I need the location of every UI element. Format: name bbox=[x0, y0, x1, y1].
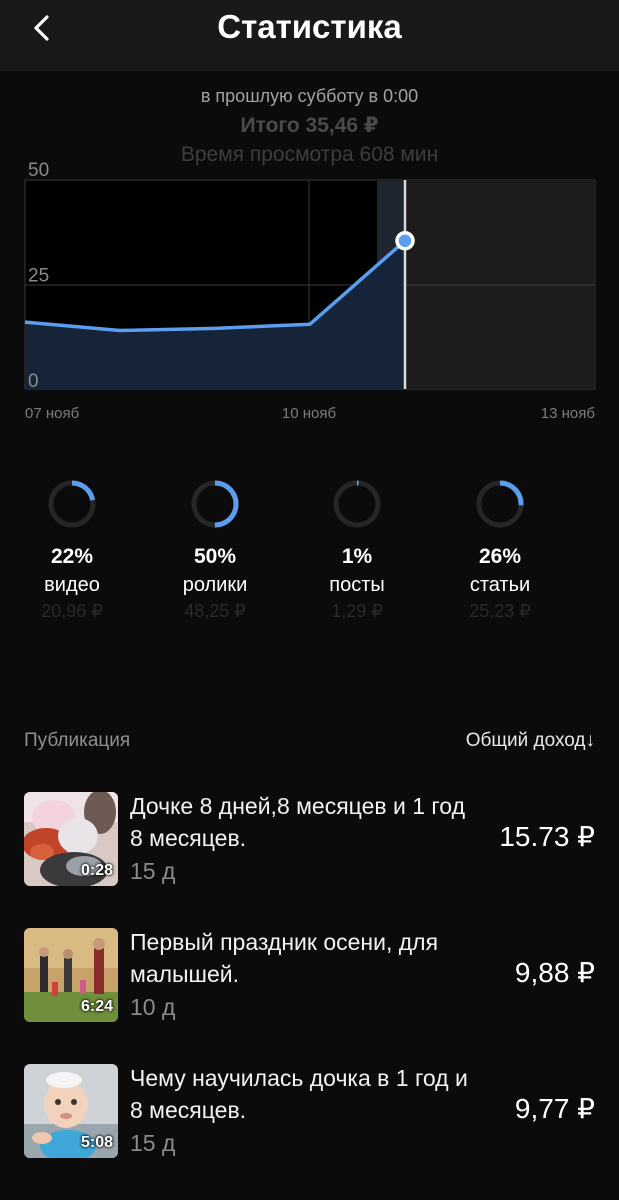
video-duration: 6:24 bbox=[80, 998, 113, 1015]
breakdown-label: статьи bbox=[469, 574, 531, 596]
x-tick-label: 10 нояб bbox=[282, 405, 336, 422]
y-tick-label: 50 bbox=[28, 160, 49, 181]
progress-ring-icon bbox=[191, 480, 239, 528]
publication-item[interactable]: 5:08 Чему научилась дочка в 1 год и 8 ме… bbox=[24, 1064, 595, 1160]
column-header-publication: Публикация bbox=[24, 730, 131, 751]
summary-date: в прошлую субботу в 0:00 bbox=[200, 86, 419, 106]
publication-thumbnail: 6:24 bbox=[24, 928, 118, 1022]
summary-total: Итого 35,46 ₽ bbox=[240, 114, 379, 137]
publication-income: 9,77 ₽ bbox=[514, 1093, 595, 1124]
progress-ring-icon bbox=[48, 480, 96, 528]
sort-by-income-button[interactable]: Общий доход↓ bbox=[466, 730, 595, 752]
breakdown-sum: 20,96 ₽ bbox=[41, 601, 103, 621]
breakdown-percent: 1% bbox=[341, 545, 373, 568]
breakdown-label: видео bbox=[44, 574, 100, 596]
x-tick-label: 07 нояб bbox=[25, 405, 79, 422]
breakdown-sum: 1,29 ₽ bbox=[331, 601, 383, 621]
publication-age: 10 д bbox=[130, 994, 176, 1020]
publication-title: Чему научилась дочка в 1 год и 8 месяцев… bbox=[130, 1065, 468, 1123]
publication-title: Первый праздник осени, для малышей. bbox=[130, 929, 439, 987]
y-tick-label: 25 bbox=[28, 266, 49, 287]
breakdown-item[interactable]: 26% статьи 25,23 ₽ bbox=[440, 478, 560, 622]
publication-thumbnail: 5:08 bbox=[24, 1064, 118, 1158]
video-duration: 0:28 bbox=[80, 862, 113, 879]
publication-title: Дочке 8 дней,8 месяцев и 1 год 8 месяцев… bbox=[130, 793, 466, 851]
publication-age: 15 д bbox=[130, 1130, 176, 1156]
publication-age: 15 д bbox=[130, 858, 176, 884]
breakdown-item[interactable]: 50% ролики 48,25 ₽ bbox=[155, 478, 275, 622]
breakdown-item[interactable]: 22% видео 20,96 ₽ bbox=[12, 478, 132, 622]
earnings-chart[interactable]: 0 25 50 07 нояб 10 нояб 13 нояб bbox=[0, 150, 619, 430]
x-tick-label: 13 нояб bbox=[541, 405, 595, 422]
breakdown-item[interactable]: 1% посты 1,29 ₽ bbox=[297, 478, 417, 622]
publication-income: 9,88 ₽ bbox=[514, 957, 595, 988]
page-title: Статистика bbox=[217, 8, 402, 45]
breakdown-percent: 22% bbox=[50, 545, 94, 568]
video-duration: 5:08 bbox=[80, 1134, 113, 1151]
breakdown-label: ролики bbox=[182, 574, 248, 596]
selected-data-point[interactable] bbox=[395, 231, 415, 251]
progress-ring-icon bbox=[476, 480, 524, 528]
publication-item[interactable]: 0:28 Дочке 8 дней,8 месяцев и 1 год 8 ме… bbox=[24, 792, 595, 888]
publication-thumbnail: 0:28 bbox=[24, 792, 118, 886]
top-bar: Статистика bbox=[0, 0, 619, 71]
publication-income: 15.73 ₽ bbox=[499, 821, 595, 852]
progress-ring-icon bbox=[333, 480, 381, 528]
breakdown-sum: 48,25 ₽ bbox=[184, 601, 246, 621]
breakdown-percent: 50% bbox=[193, 545, 237, 568]
breakdown-percent: 26% bbox=[478, 545, 522, 568]
y-tick-label: 0 bbox=[28, 371, 39, 392]
breakdown-label: посты bbox=[329, 574, 385, 596]
publication-item[interactable]: 6:24 Первый праздник осени, для малышей.… bbox=[24, 928, 595, 1024]
revenue-breakdown: 22% видео 20,96 ₽ 50% ролики 48,25 ₽ 1% посты 1,… bbox=[24, 478, 595, 628]
breakdown-sum: 25,23 ₽ bbox=[469, 601, 531, 621]
